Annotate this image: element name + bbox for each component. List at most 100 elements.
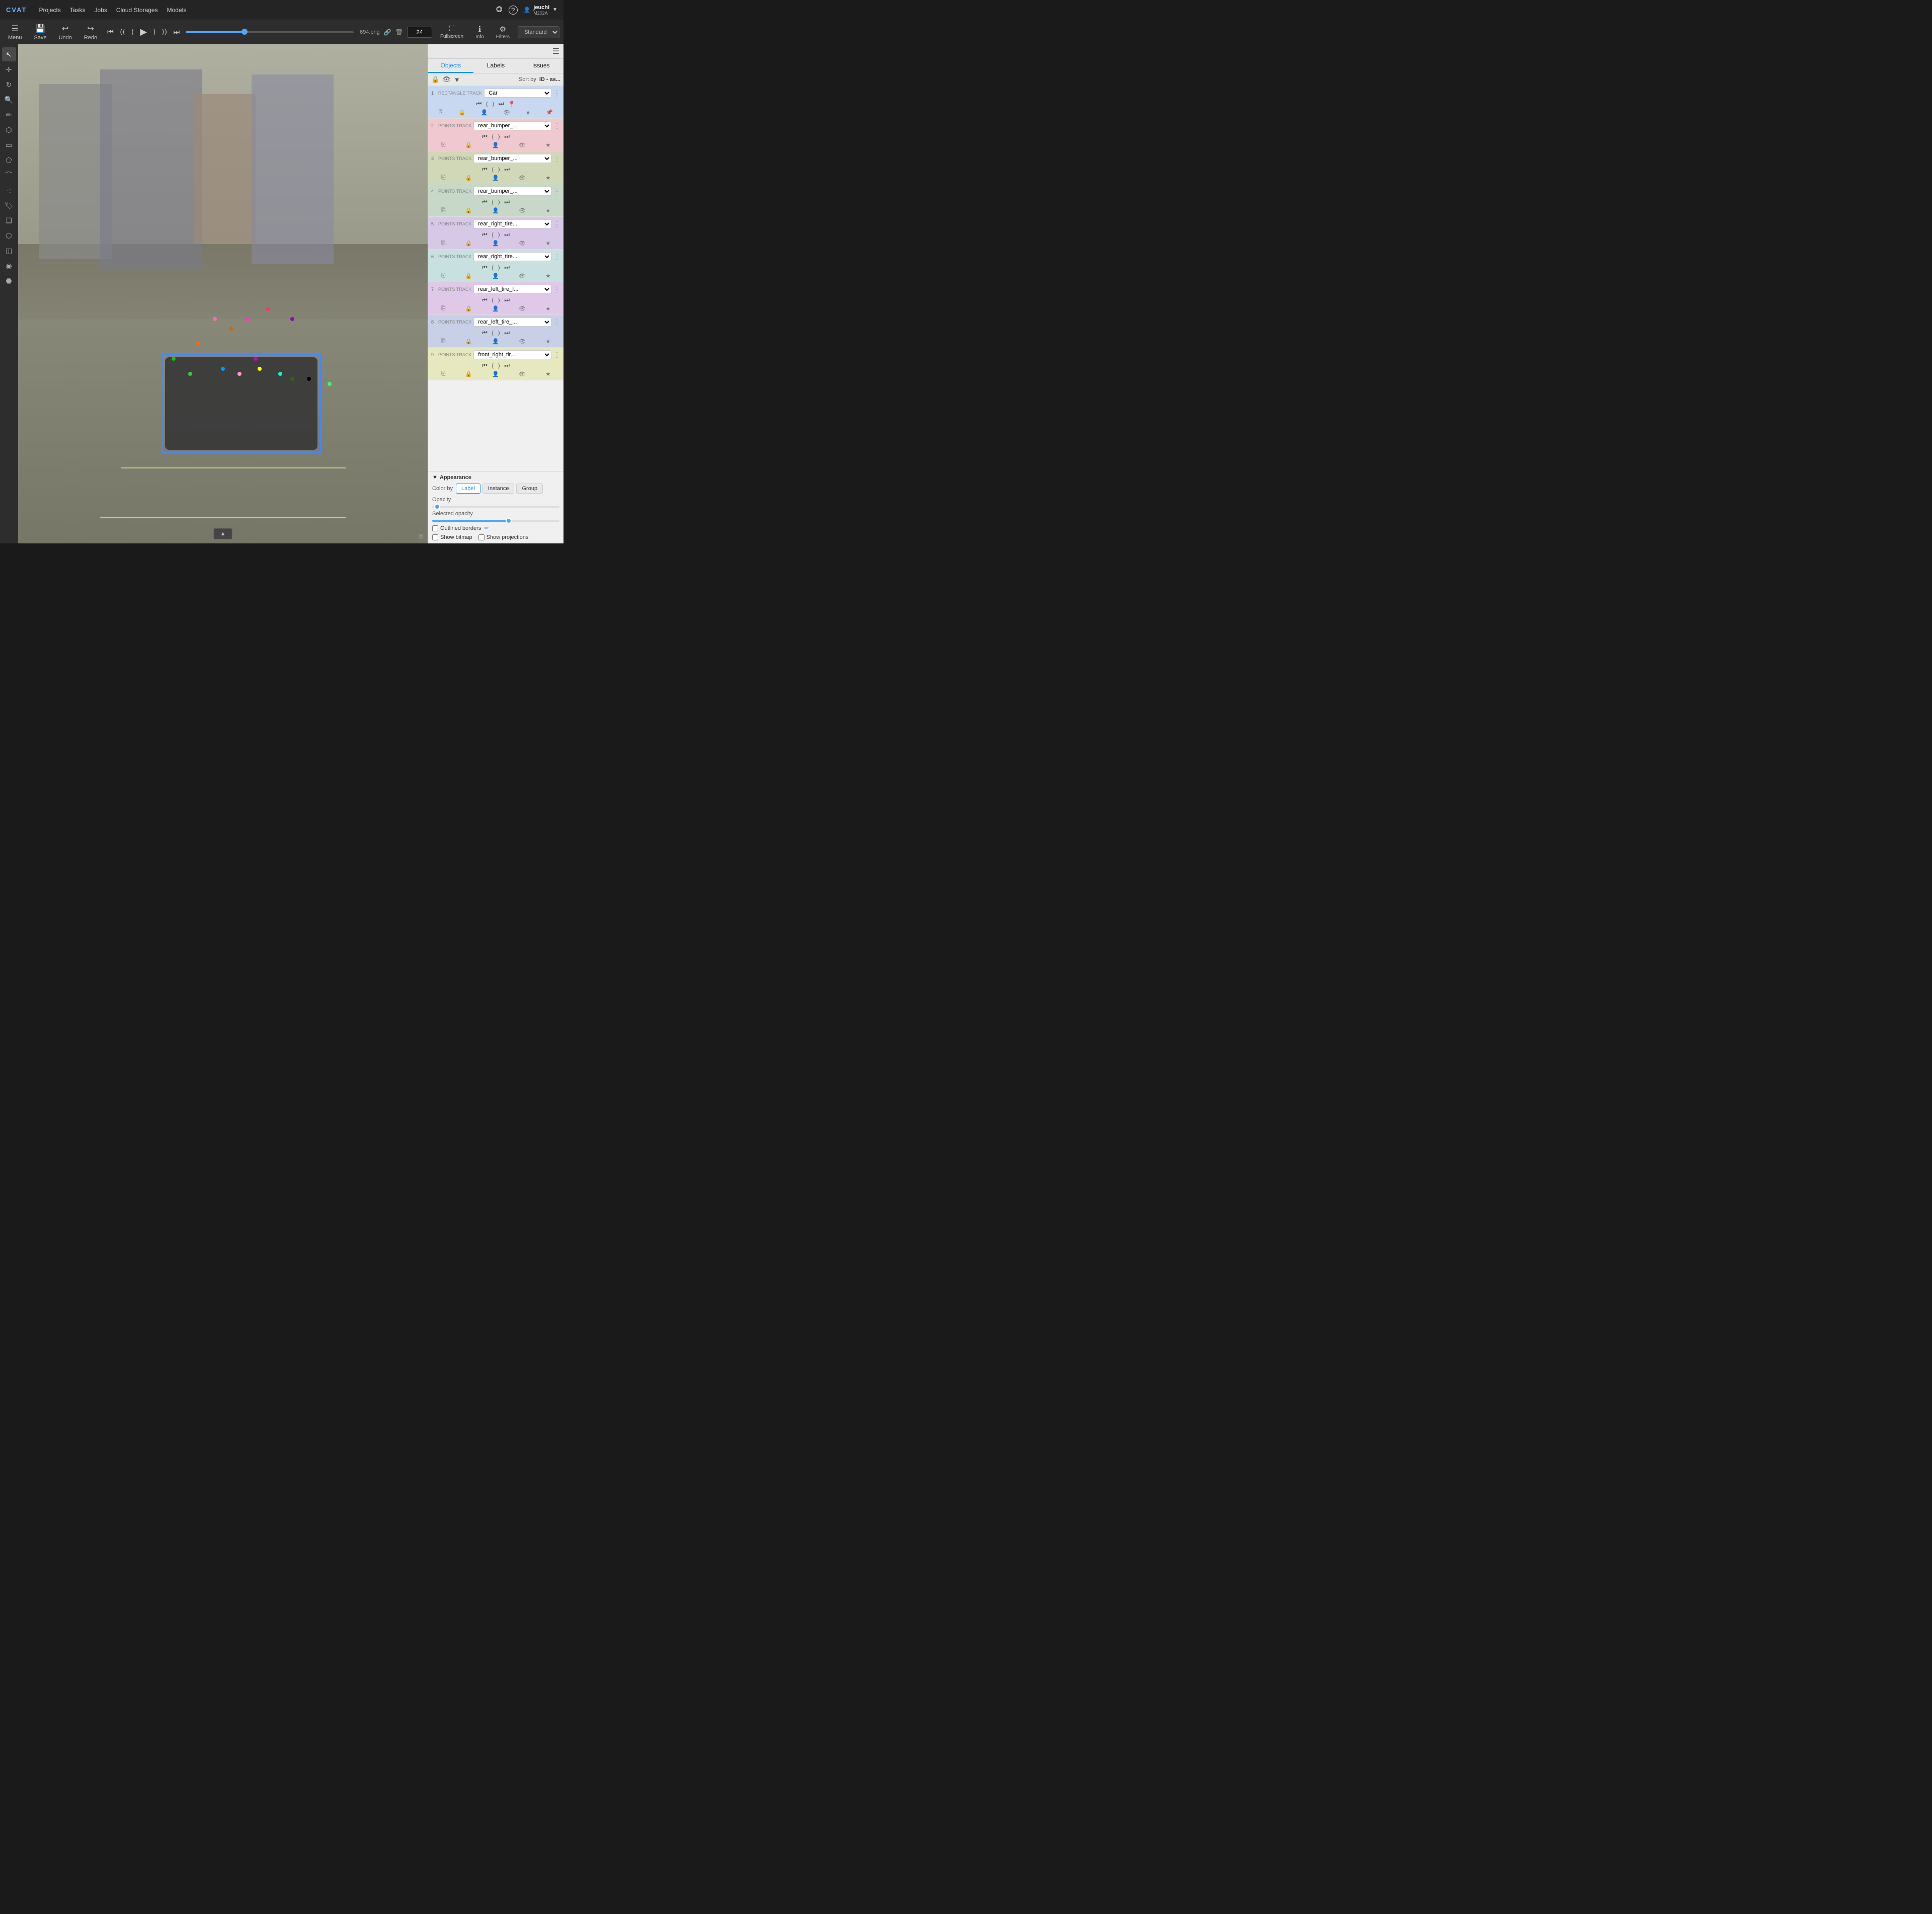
nav-tasks[interactable]: Tasks [70,7,86,14]
obj-6-next[interactable]: ⟩ [497,264,502,272]
extra-tool1[interactable]: ⬡ [2,228,16,243]
obj-7-last[interactable]: ⏭ [503,296,511,304]
obj-1-last[interactable]: ⏭ [497,100,506,108]
keypoint-15[interactable] [266,307,270,311]
obj-9-copy-icon[interactable]: ⎘ [441,371,446,377]
obj-1-menu-button[interactable]: ⋮ [553,89,560,98]
extra-tool2[interactable]: ◫ [2,244,16,258]
color-by-label-btn[interactable]: Label [456,484,480,494]
tab-issues[interactable]: Issues [518,59,564,73]
obj-1-next[interactable]: ⟩ [491,100,496,108]
edit-icon[interactable]: ✏ [484,525,489,531]
obj-8-eye-icon[interactable]: 👁 [519,338,526,345]
obj-6-copy-icon[interactable]: ⎘ [441,273,446,279]
obj-3-first[interactable]: ⏮ [480,165,489,174]
obj-2-star-icon[interactable]: ★ [545,142,550,148]
save-button[interactable]: 💾 Save [30,22,51,43]
curve-tool[interactable]: ⌒ [2,168,16,182]
obj-9-menu-button[interactable]: ⋮ [553,351,560,359]
link-icon[interactable]: 🔗 [384,29,391,36]
obj-6-last[interactable]: ⏭ [503,263,511,272]
obj-2-first[interactable]: ⏮ [480,132,489,141]
obj-4-prev[interactable]: ⟨ [490,198,496,206]
obj-7-label-select[interactable]: rear_left_tire_f... [473,285,551,294]
obj-5-person-icon[interactable]: 👤 [492,240,499,247]
obj-4-first[interactable]: ⏮ [480,198,489,206]
rotate-tool[interactable]: ↻ [2,77,16,92]
nav-cloud-storages[interactable]: Cloud Storages [116,7,158,14]
crosshair-tool[interactable]: ✛ [2,62,16,76]
obj-4-next[interactable]: ⟩ [497,198,502,206]
obj-3-next[interactable]: ⟩ [497,166,502,174]
node-tool[interactable]: ⬡ [2,123,16,137]
obj-7-copy-icon[interactable]: ⎘ [441,305,446,312]
obj-9-eye-icon[interactable]: 👁 [519,371,526,377]
eye-all-icon[interactable]: 👁 [442,75,451,84]
github-icon[interactable]: ⭗ [496,6,503,15]
obj-6-lock-icon[interactable]: 🔒 [465,273,472,279]
tab-objects[interactable]: Objects [428,59,473,73]
keypoint-14[interactable] [246,317,250,321]
help-icon[interactable]: ? [509,6,518,15]
keypoint-9[interactable] [278,372,282,376]
obj-3-menu-button[interactable]: ⋮ [553,154,560,163]
opacity-slider[interactable] [432,506,559,508]
obj-4-last[interactable]: ⏭ [503,198,511,206]
nav-models[interactable]: Models [167,7,187,14]
obj-3-prev[interactable]: ⟨ [490,166,496,174]
obj-9-star-icon[interactable]: ★ [545,371,550,377]
obj-3-person-icon[interactable]: 👤 [492,175,499,181]
menu-button[interactable]: ☰ Menu [4,22,26,43]
nav-jobs[interactable]: Jobs [95,7,107,14]
obj-5-menu-button[interactable]: ⋮ [553,220,560,228]
canvas-area[interactable]: ▲ ◎ [18,44,428,543]
undo-button[interactable]: ↩ Undo [55,22,76,43]
next-keyframe-button[interactable]: ⟩⟩ [160,27,170,37]
obj-2-eye-icon[interactable]: 👁 [519,142,526,148]
view-mode-select[interactable]: Standard [518,26,559,38]
cursor-tool[interactable]: ↖ [2,47,16,61]
keypoint-2[interactable] [196,342,200,346]
obj-1-label-select[interactable]: Car [484,89,551,98]
rect-tool[interactable]: ▭ [2,138,16,152]
sort-value[interactable]: ID - as... [539,76,560,83]
outlined-borders-checkbox-wrap[interactable]: Outlined borders ✏ [432,525,489,531]
last-frame-button[interactable]: ⏭ [171,27,182,37]
obj-1-copy-icon[interactable]: ⎘ [439,109,443,116]
obj-1-pin2-icon[interactable]: 📌 [546,109,553,116]
obj-3-last[interactable]: ⏭ [503,165,511,174]
progress-thumb[interactable] [242,29,248,35]
obj-9-last[interactable]: ⏭ [503,361,511,370]
obj-8-first[interactable]: ⏮ [480,329,489,337]
nav-projects[interactable]: Projects [39,7,60,14]
keypoint-3[interactable] [172,357,176,361]
obj-7-first[interactable]: ⏮ [480,296,489,304]
obj-5-copy-icon[interactable]: ⎘ [441,240,446,247]
obj-4-label-select[interactable]: rear_bumper_... [473,187,551,196]
obj-5-prev[interactable]: ⟨ [490,231,496,239]
play-button[interactable]: ▶ [138,26,149,38]
obj-7-person-icon[interactable]: 👤 [492,305,499,312]
obj-8-copy-icon[interactable]: ⎘ [441,338,446,345]
obj-9-label-select[interactable]: front_right_tir... [473,350,551,359]
obj-9-prev[interactable]: ⟨ [490,362,496,370]
obj-9-lock-icon[interactable]: 🔒 [465,371,472,377]
outlined-borders-checkbox[interactable] [432,525,438,531]
obj-1-first[interactable]: ⏮ [475,100,484,108]
obj-1-eye-icon[interactable]: 👁 [503,109,510,116]
obj-2-menu-button[interactable]: ⋮ [553,122,560,130]
keypoint-6[interactable] [237,372,242,376]
obj-5-lock-icon[interactable]: 🔒 [465,240,472,247]
fullscreen-button[interactable]: ⛶ Fullscreen [436,23,467,41]
keypoint-4[interactable] [188,372,192,376]
prev-keyframe-button[interactable]: ⟨⟨ [118,27,127,37]
obj-5-eye-icon[interactable]: 👁 [519,240,526,247]
obj-8-lock-icon[interactable]: 🔒 [465,338,472,345]
obj-8-prev[interactable]: ⟨ [490,329,496,337]
first-frame-button[interactable]: ⏮ [105,27,116,37]
prev-frame-button[interactable]: ⟨ [129,27,136,37]
keypoint-12[interactable] [328,382,332,386]
obj-4-eye-icon[interactable]: 👁 [519,207,526,214]
selected-opacity-slider[interactable] [432,520,559,522]
keypoint-7[interactable] [254,357,258,361]
